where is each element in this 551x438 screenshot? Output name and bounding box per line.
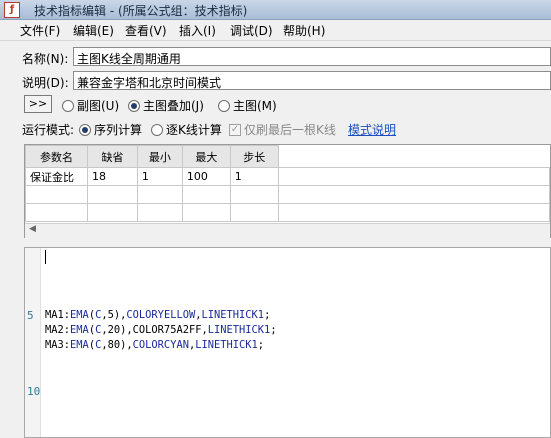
menu-help[interactable]: 帮助(H) [283, 22, 325, 39]
radio-mainchart[interactable]: 主图(M) [218, 97, 277, 114]
formula-icon: ƒ [4, 2, 20, 18]
function-name: EMA [70, 309, 89, 321]
cell-param-name[interactable]: 保证金比 [25, 167, 88, 186]
radio-circle [62, 99, 74, 112]
refresh-last-bar-label: 仅刷最后一根K线 [244, 123, 336, 137]
var-name: MA1 [45, 309, 64, 321]
table-row[interactable] [25, 185, 551, 204]
cell-empty [277, 203, 551, 222]
color-arg: COLORYELLOW [126, 309, 196, 321]
menu-bar: 文件(F) 编辑(E) 查看(V) 插入(I) 调试(D) 帮助(H) [0, 20, 551, 41]
horizontal-scrollbar[interactable]: ◀ [25, 223, 550, 238]
scroll-left-icon[interactable]: ◀ [29, 224, 36, 234]
price-arg: C [95, 339, 102, 351]
col-header-step[interactable]: 步长 [229, 145, 279, 168]
radio-main-overlay[interactable]: 主图叠加(J) [128, 97, 204, 114]
price-arg: C [95, 324, 102, 336]
line-number-10: 10 [27, 385, 41, 398]
thick-arg: LINETHICK1 [207, 324, 271, 336]
checkmark-icon: ✓ [229, 123, 241, 136]
cell-step[interactable]: 1 [229, 167, 279, 186]
code-line-ma2[interactable]: MA2:EMA(C,20),COLOR75A2FF,LINETHICK1; [45, 324, 277, 336]
period-arg: 5 [107, 309, 114, 321]
menu-debug[interactable]: 调试(D) [230, 22, 273, 39]
refresh-last-bar-checkbox[interactable]: ✓ 仅刷最后一根K线 [229, 121, 336, 138]
code-editor[interactable]: 5 10 MA1:EMA(C,5),COLORYELLOW,LINETHICK1… [24, 247, 551, 438]
var-name: MA3 [45, 339, 64, 351]
function-name: EMA [70, 339, 89, 351]
cell-empty[interactable] [25, 185, 88, 204]
cell-empty[interactable] [229, 203, 279, 222]
table-header-row: 参数名 缺省 最小 最大 步长 [25, 145, 551, 168]
col-header-empty [277, 145, 551, 168]
cell-empty[interactable] [25, 203, 88, 222]
cell-min[interactable]: 1 [136, 167, 183, 186]
line-number-gutter [25, 248, 41, 437]
window-title: 技术指标编辑 - (所属公式组：技术指标) [34, 4, 248, 18]
cell-empty [277, 167, 551, 186]
cell-empty[interactable] [181, 203, 231, 222]
cell-empty [277, 185, 551, 204]
radio-circle [151, 123, 163, 136]
var-name: MA2 [45, 324, 64, 336]
menu-edit[interactable]: 编辑(E) [73, 22, 114, 39]
col-header-max[interactable]: 最大 [181, 145, 231, 168]
radio-series-calc[interactable]: 序列计算 [79, 121, 142, 138]
thick-arg: LINETHICK1 [201, 309, 265, 321]
line-number-5: 5 [27, 309, 34, 322]
table-row[interactable] [25, 203, 551, 222]
color-arg: COLORCYAN [132, 339, 189, 351]
radio-subchart-label: 副图(U) [77, 99, 120, 113]
color-arg: COLOR75A2FF [132, 324, 202, 336]
name-field[interactable]: 主图K线全周期通用 [73, 47, 551, 66]
radio-subchart[interactable]: 副图(U) [62, 97, 119, 114]
code-line-ma1[interactable]: MA1:EMA(C,5),COLORYELLOW,LINETHICK1; [45, 309, 270, 321]
radio-series-calc-label: 序列计算 [94, 123, 143, 137]
col-header-name[interactable]: 参数名 [25, 145, 88, 168]
table-row[interactable]: 保证金比 18 1 100 1 [25, 167, 551, 186]
parameter-table: 参数名 缺省 最小 最大 步长 保证金比 18 1 100 1 ◀ [24, 144, 551, 238]
cell-empty[interactable] [136, 203, 183, 222]
title-bar: ƒ 技术指标编辑 - (所属公式组：技术指标) [0, 0, 551, 20]
cell-empty[interactable] [181, 185, 231, 204]
radio-circle-selected [79, 123, 91, 136]
run-mode-label: 运行模式: [22, 123, 75, 137]
description-field[interactable]: 兼容金字塔和北京时间模式 [73, 71, 551, 90]
code-line-ma3[interactable]: MA3:EMA(C,80),COLORCYAN,LINETHICK1; [45, 339, 264, 351]
radio-circle [218, 99, 230, 112]
cell-empty[interactable] [86, 203, 138, 222]
cell-max[interactable]: 100 [181, 167, 231, 186]
cell-empty[interactable] [86, 185, 138, 204]
name-label: 名称(N): [22, 52, 69, 66]
thick-arg: LINETHICK1 [195, 339, 258, 351]
expand-button[interactable]: >> [24, 95, 52, 113]
function-name: EMA [70, 324, 89, 336]
radio-circle-selected [128, 99, 140, 112]
cell-empty[interactable] [136, 185, 183, 204]
col-header-default[interactable]: 缺省 [86, 145, 138, 168]
radio-mainchart-label: 主图(M) [233, 99, 277, 113]
menu-file[interactable]: 文件(F) [20, 22, 60, 39]
mode-help-link[interactable]: 模式说明 [348, 121, 396, 138]
cell-empty[interactable] [229, 185, 279, 204]
period-arg: 20 [107, 324, 121, 336]
price-arg: C [95, 309, 102, 321]
menu-insert[interactable]: 插入(I) [179, 22, 216, 39]
period-arg: 80 [107, 339, 121, 351]
col-header-min[interactable]: 最小 [136, 145, 183, 168]
description-label: 说明(D): [22, 76, 69, 90]
radio-per-bar-calc[interactable]: 逐K线计算 [151, 121, 222, 138]
menu-view[interactable]: 查看(V) [125, 22, 167, 39]
radio-per-bar-calc-label: 逐K线计算 [166, 123, 222, 137]
radio-main-overlay-label: 主图叠加(J) [143, 99, 204, 113]
cell-default[interactable]: 18 [86, 167, 138, 186]
text-cursor [45, 250, 46, 264]
